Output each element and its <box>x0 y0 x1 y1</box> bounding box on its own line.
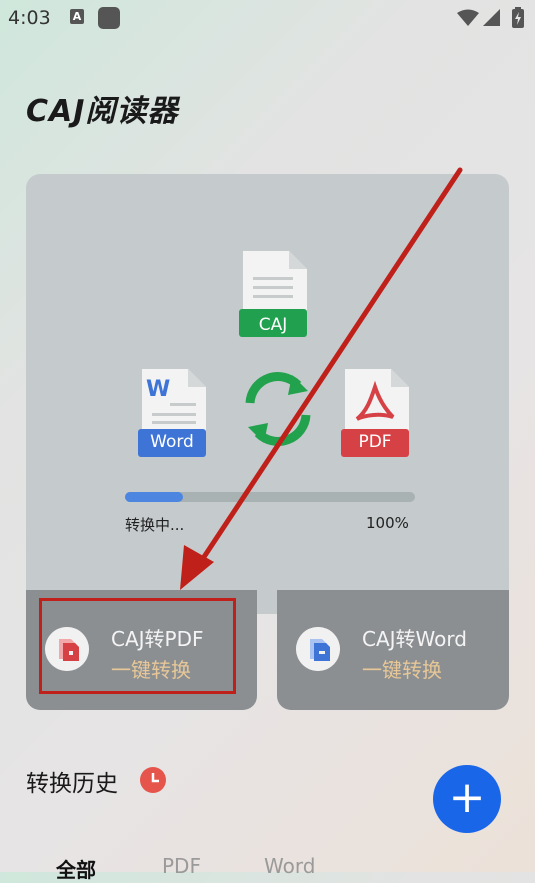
caj-file-label: CAJ <box>258 315 288 335</box>
add-file-button[interactable]: + <box>433 765 501 833</box>
word-file-label: Word <box>150 432 194 452</box>
status-time: 4:03 <box>8 7 51 29</box>
word-letter: W <box>146 377 171 402</box>
tab-pdf[interactable]: PDF <box>162 854 201 878</box>
convert-cycle-icon <box>245 372 311 446</box>
progress-percent: 100% <box>366 514 409 532</box>
caj-to-word-card[interactable]: CAJ转Word 一键转换 <box>277 590 509 710</box>
word-file-icon <box>296 627 340 671</box>
battery-charging-icon <box>512 7 524 28</box>
conversion-progress-bar <box>125 492 415 502</box>
wifi-icon <box>457 9 479 26</box>
signal-icon <box>483 9 500 26</box>
notification-a-icon: A <box>70 9 84 24</box>
clock-icon[interactable] <box>140 767 166 793</box>
pdf-file-label: PDF <box>358 432 392 452</box>
notification-app-icon <box>98 7 120 29</box>
history-section-title: 转换历史 <box>26 771 118 797</box>
tab-word[interactable]: Word <box>264 854 315 878</box>
progress-status-label: 转换中... <box>125 516 185 534</box>
status-bar: 4:03 A <box>0 0 535 36</box>
app-title: CAJ阅读器 <box>26 94 179 129</box>
tab-all[interactable]: 全部 <box>56 854 96 883</box>
caj-to-word-subtitle: 一键转换 <box>362 658 442 682</box>
caj-to-word-title: CAJ转Word <box>362 627 467 651</box>
conversion-progress-fill <box>125 492 183 502</box>
highlight-box-annotation <box>39 598 236 694</box>
